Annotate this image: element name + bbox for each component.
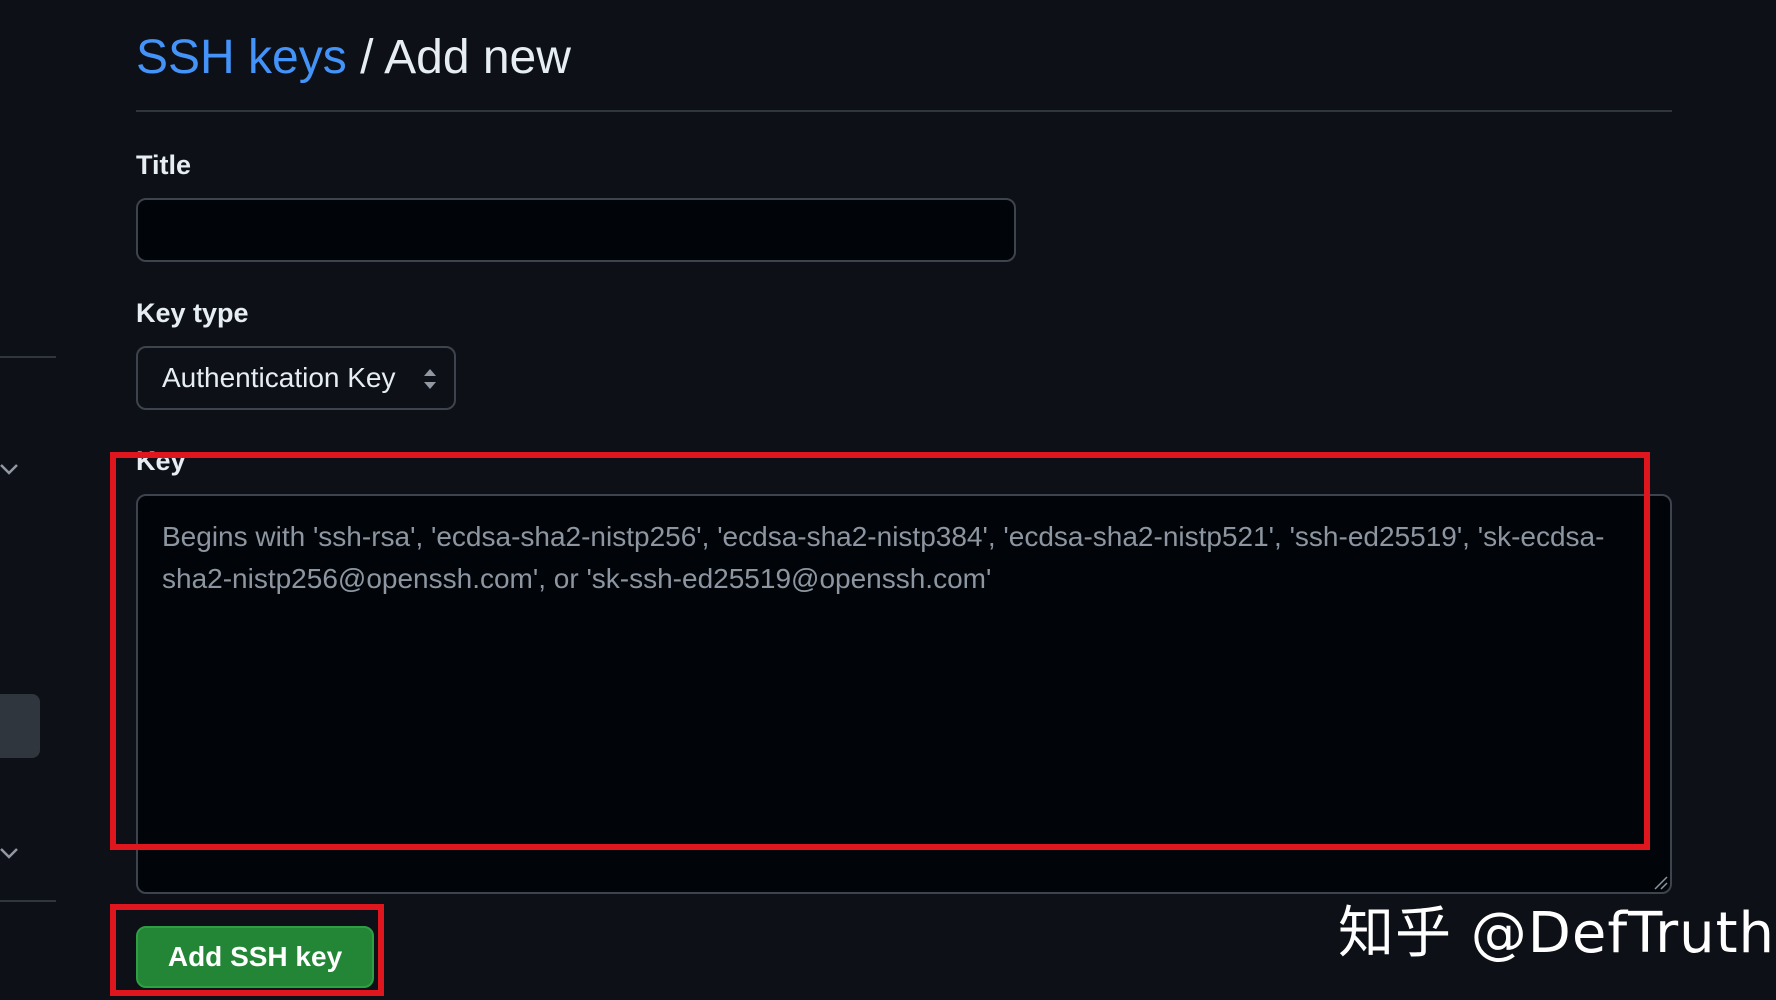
sidebar-active-item[interactable] (0, 694, 40, 758)
key-label: Key (136, 446, 186, 476)
add-ssh-key-button[interactable]: Add SSH key (136, 926, 374, 988)
sidebar-divider (0, 900, 56, 902)
key-type-label: Key type (136, 298, 249, 328)
select-arrows-icon (422, 366, 438, 392)
chevron-down-icon[interactable] (0, 458, 22, 480)
heading-divider (136, 110, 1672, 112)
title-label: Title (136, 150, 192, 180)
breadcrumb-ssh-keys-link[interactable]: SSH keys (136, 31, 347, 84)
breadcrumb-current: Add new (384, 31, 571, 84)
sidebar-divider (0, 356, 56, 358)
page-root: SSH keys / Add new Title Key type Authen… (0, 0, 1776, 1000)
key-textarea[interactable] (136, 494, 1672, 894)
breadcrumb-separator: / (360, 31, 374, 84)
watermark-text: 知乎 @DefTruth (1338, 901, 1776, 966)
key-type-selected-value: Authentication Key (162, 362, 396, 393)
title-input[interactable] (136, 198, 1016, 262)
page-title: SSH keys / Add new (136, 26, 571, 90)
key-type-select[interactable]: Authentication Key (136, 346, 456, 410)
chevron-down-icon[interactable] (0, 842, 22, 864)
